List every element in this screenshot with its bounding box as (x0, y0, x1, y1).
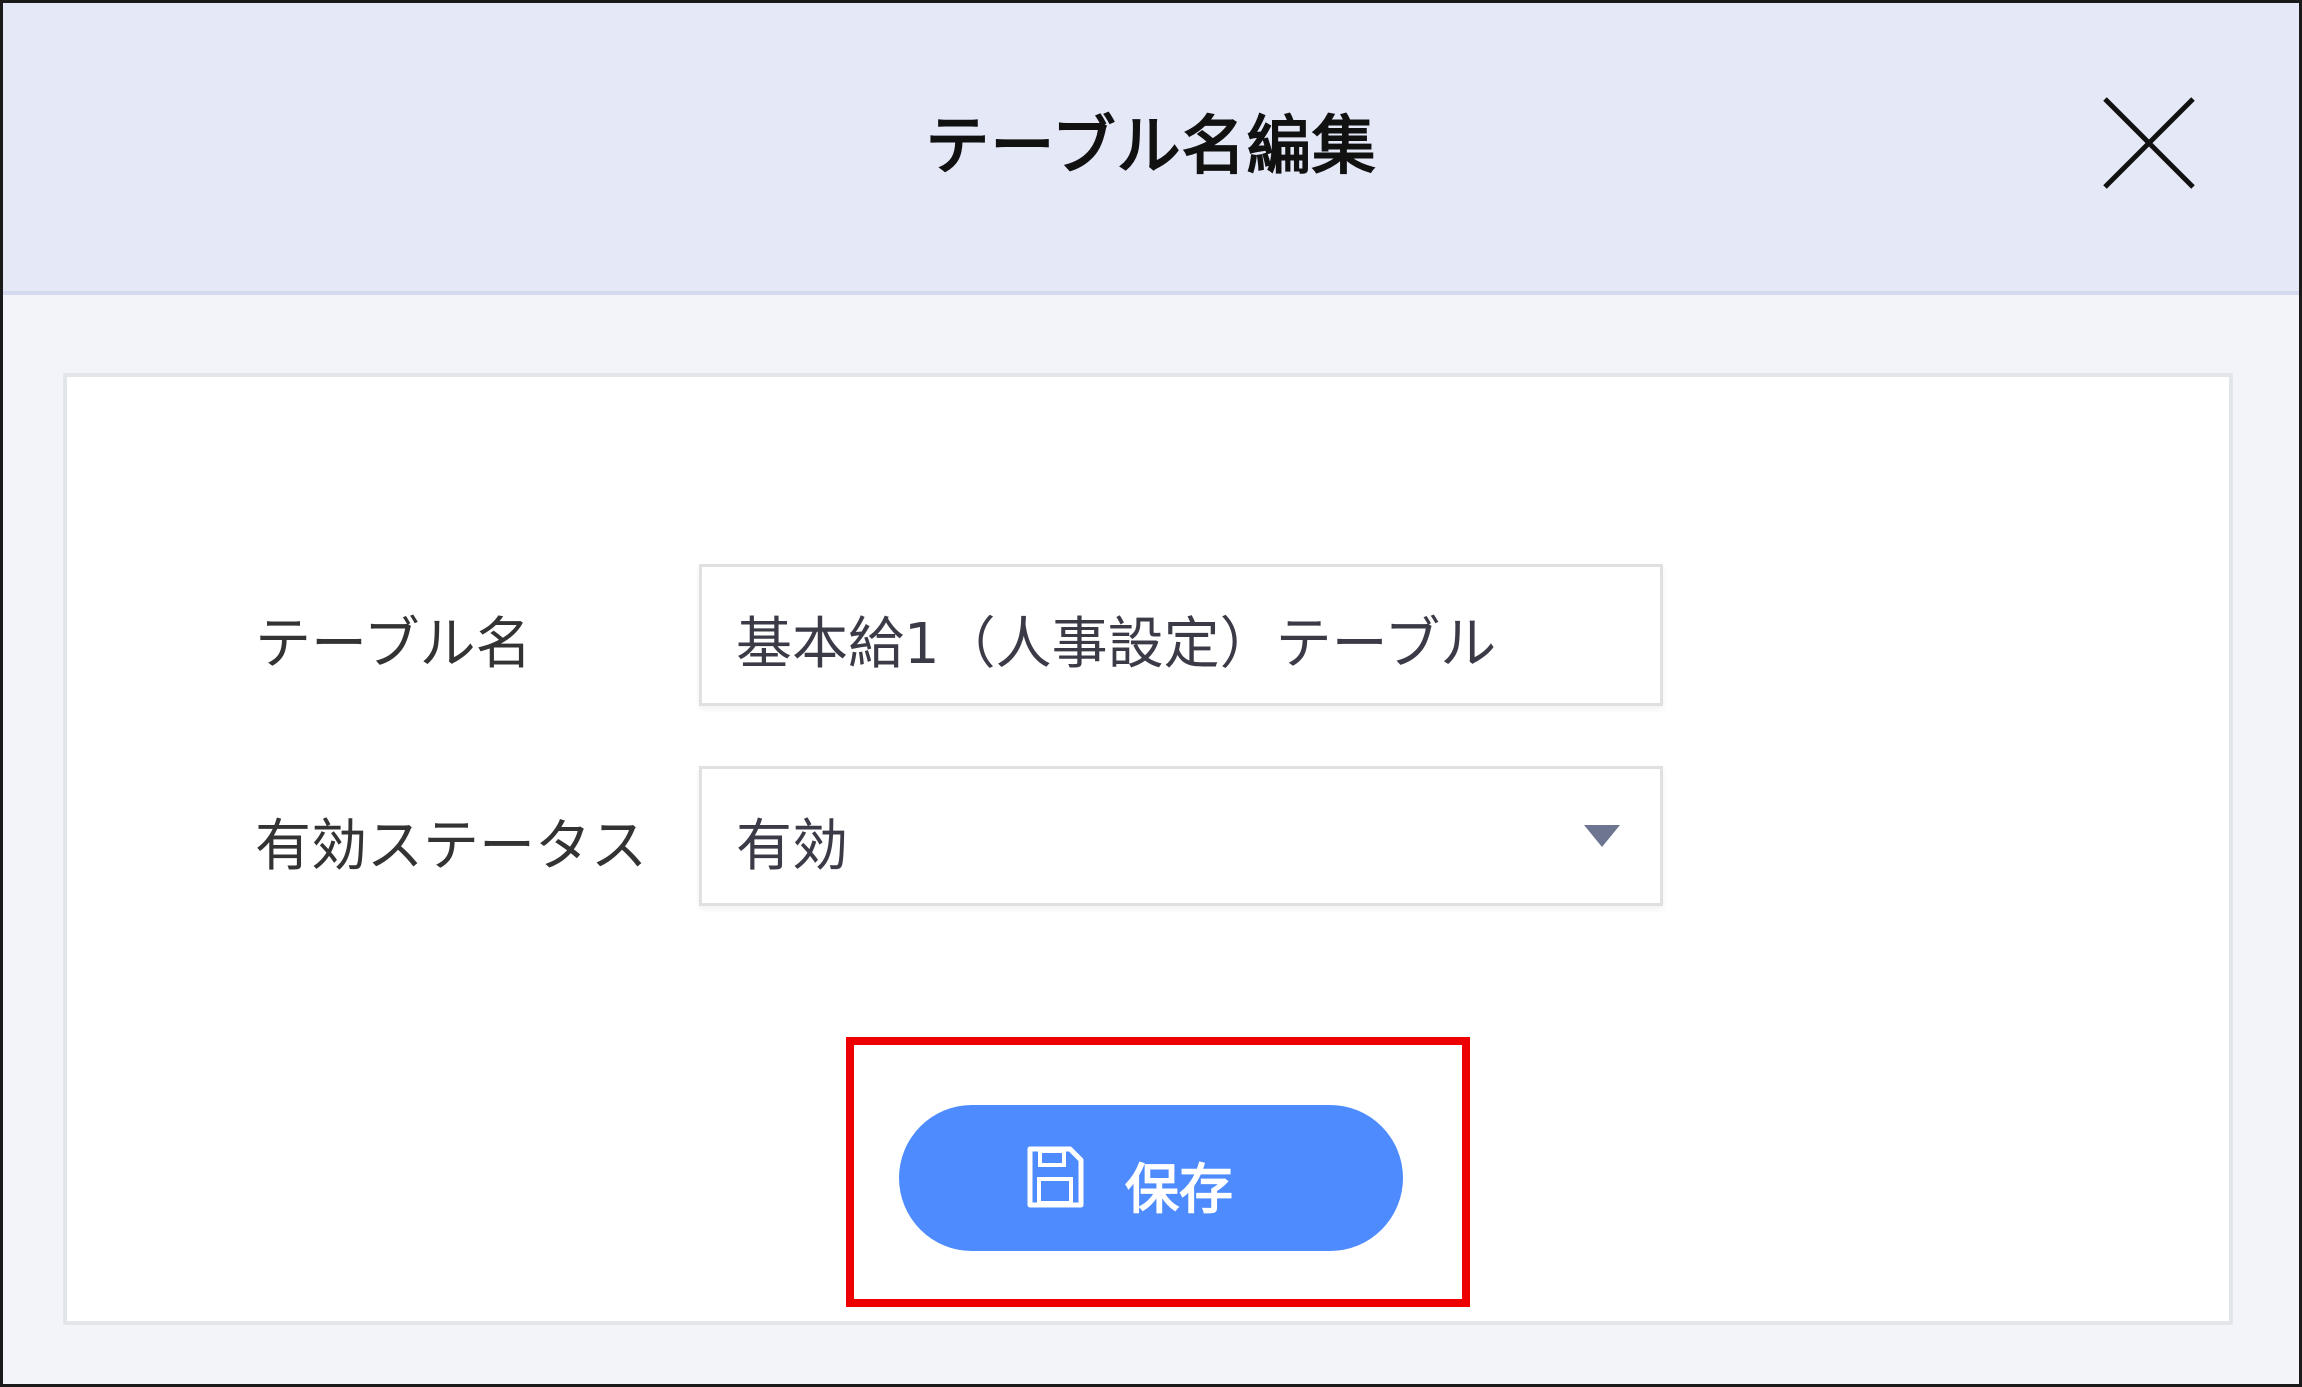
save-floppy-icon (1027, 1146, 1084, 1208)
table-name-label: テーブル名 (255, 612, 532, 677)
save-button-label: 保存 (1125, 1158, 1233, 1221)
status-select[interactable]: 有効 (699, 766, 1663, 906)
dialog: テーブル名編集 テーブル名 基本給1（人事設定）テーブル 有効ステータス 有効 … (0, 0, 2302, 1387)
dropdown-triangle-icon (1584, 825, 1620, 847)
status-selected-value: 有効 (736, 814, 848, 879)
close-button[interactable] (2101, 95, 2197, 191)
form-card: テーブル名 基本給1（人事設定）テーブル 有効ステータス 有効 保存 (63, 373, 2233, 1325)
status-label: 有効ステータス (255, 814, 647, 879)
dialog-title: テーブル名編集 (925, 110, 1377, 184)
table-name-value: 基本給1（人事設定）テーブル (736, 612, 1497, 677)
save-button[interactable]: 保存 (899, 1105, 1403, 1251)
close-icon (2103, 97, 2195, 189)
table-name-input[interactable]: 基本給1（人事設定）テーブル (699, 564, 1663, 706)
dialog-header: テーブル名編集 (3, 3, 2299, 295)
